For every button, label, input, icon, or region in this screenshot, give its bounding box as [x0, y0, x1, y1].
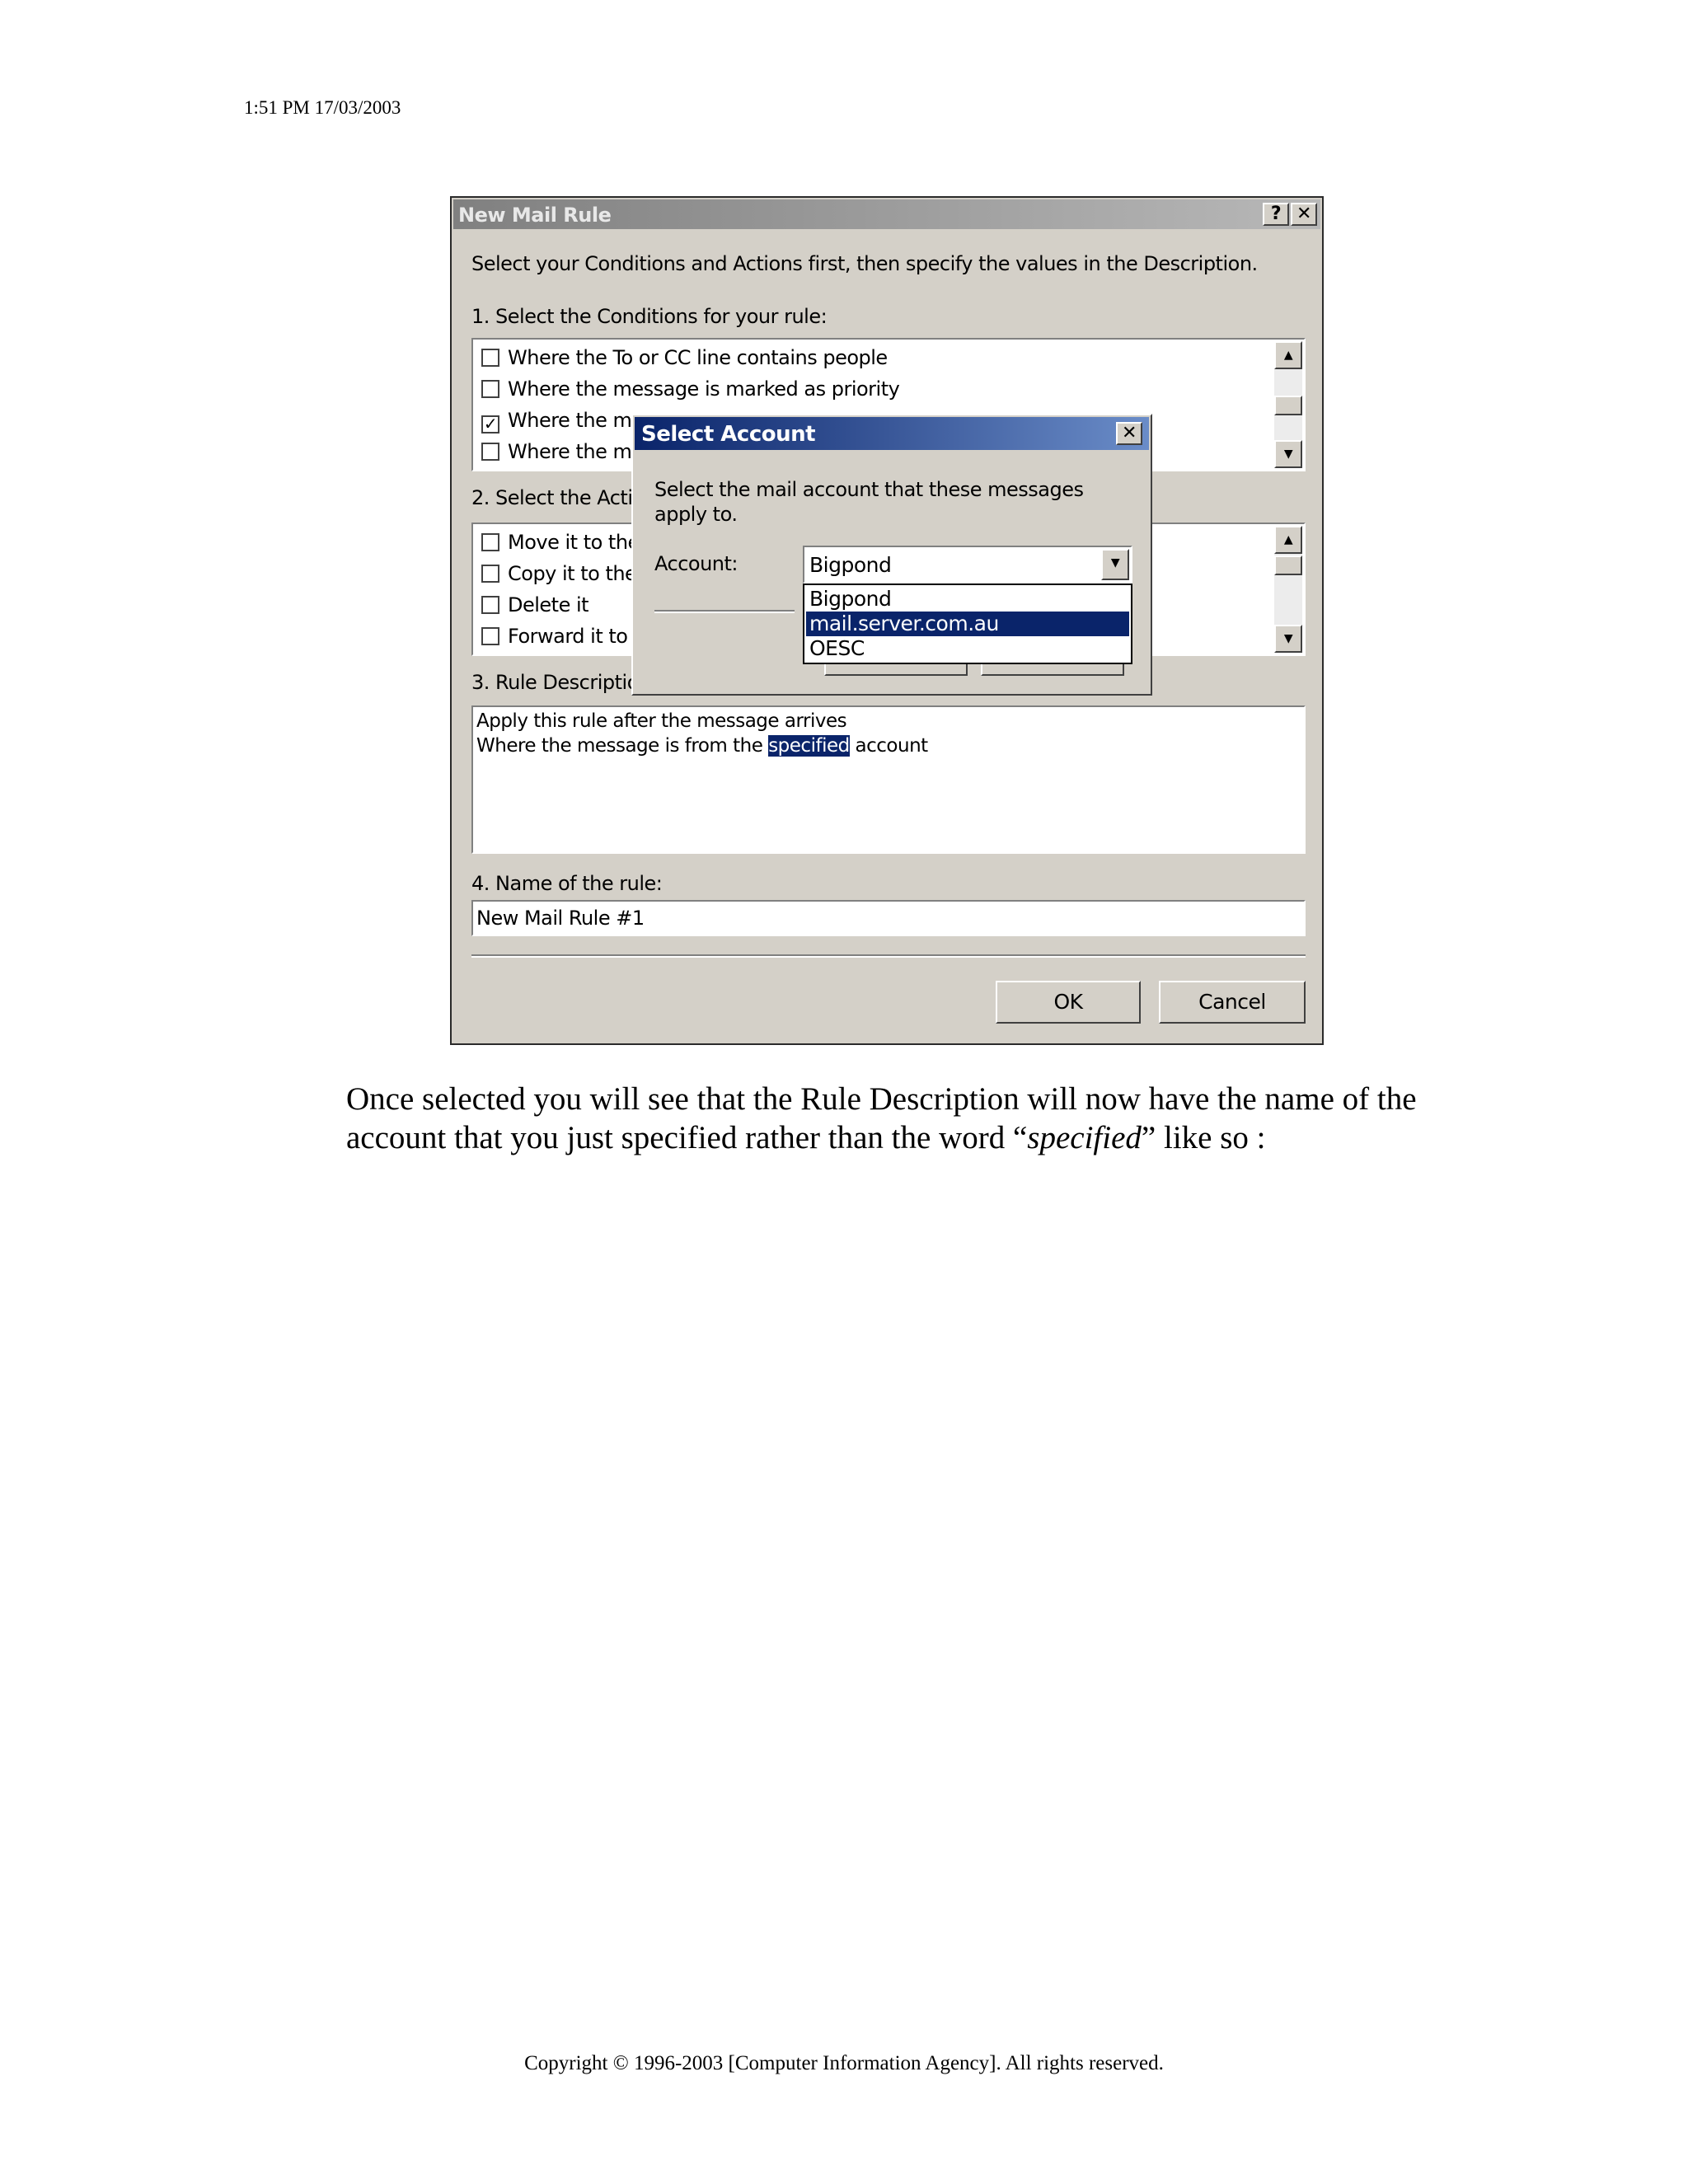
rule-name-value: New Mail Rule #1 — [476, 907, 645, 930]
condition-item[interactable]: Where the To or CC line contains people — [481, 346, 888, 377]
action-checkbox[interactable] — [481, 627, 499, 645]
cancel-button[interactable]: Cancel — [1159, 981, 1306, 1024]
rule-name-label: 4. Name of the rule: — [471, 872, 663, 895]
account-selected-value: Bigpond — [809, 553, 892, 577]
select-account-title: Select Account — [641, 422, 816, 447]
help-button[interactable]: ? — [1263, 203, 1289, 226]
close-button[interactable]: ✕ — [1291, 203, 1317, 226]
action-checkbox[interactable] — [481, 565, 499, 583]
conditions-scrollbar[interactable]: ▲ ▼ — [1274, 341, 1302, 468]
instructions-text: Select your Conditions and Actions first… — [471, 252, 1258, 275]
paragraph: Once selected you will see that the Rule… — [346, 1080, 1434, 1157]
close-icon: ✕ — [1296, 204, 1311, 224]
copyright-footer: Copyright © 1996-2003 [Computer Informat… — [524, 2052, 1164, 2074]
arrow-down-icon: ▼ — [1283, 632, 1293, 645]
account-option[interactable]: Bigpond — [806, 587, 1129, 612]
action-checkbox[interactable] — [481, 533, 499, 551]
instruction-paragraph: Once selected you will see that the Rule… — [346, 1080, 1434, 1157]
condition-label: Where the m — [508, 409, 632, 432]
condition-checkbox[interactable] — [481, 380, 499, 398]
action-label: Copy it to the — [508, 562, 637, 585]
condition-item[interactable]: Where the m — [481, 440, 632, 471]
condition-checkbox[interactable] — [481, 349, 499, 367]
select-account-close-button[interactable]: ✕ — [1116, 422, 1142, 445]
select-account-prompt-line-2: apply to. — [654, 503, 738, 526]
print-timestamp: 1:51 PM 17/03/2003 — [244, 97, 401, 118]
scroll-down-button[interactable]: ▼ — [1274, 440, 1302, 468]
actions-scrollbar[interactable]: ▲ ▼ — [1274, 526, 1302, 653]
action-label: Delete it — [508, 593, 589, 616]
condition-item[interactable]: Where the message is marked as priority — [481, 377, 900, 409]
description-line-1: Apply this rule after the message arrive… — [476, 710, 847, 732]
description-label: 3. Rule Descriptio — [471, 671, 639, 694]
condition-label: Where the To or CC line contains people — [508, 346, 888, 369]
account-dropdown-button[interactable]: ▼ — [1101, 549, 1129, 580]
account-dropdown-list[interactable]: Bigpond mail.server.com.au OESC — [803, 583, 1132, 664]
scroll-up-button[interactable]: ▲ — [1274, 341, 1302, 369]
select-account-titlebar: Select Account ✕ — [635, 417, 1149, 450]
dialog-title: New Mail Rule — [458, 204, 612, 227]
account-combobox[interactable]: Bigpond ▼ — [803, 546, 1132, 583]
action-label: Move it to the — [508, 531, 640, 554]
conditions-label: 1. Select the Conditions for your rule: — [471, 305, 828, 328]
paragraph-emphasis: specified — [1027, 1120, 1142, 1155]
action-checkbox[interactable] — [481, 596, 499, 614]
ok-button[interactable]: OK — [996, 981, 1141, 1024]
account-label: Account: — [654, 552, 738, 575]
scroll-thumb[interactable] — [1274, 555, 1302, 575]
select-account-dialog: Select Account ✕ Select the mail account… — [631, 414, 1152, 696]
condition-label: Where the m — [508, 440, 632, 463]
close-icon: ✕ — [1122, 423, 1137, 443]
arrow-up-icon: ▲ — [1283, 533, 1293, 546]
arrow-up-icon: ▲ — [1283, 349, 1293, 362]
condition-label: Where the message is marked as priority — [508, 377, 900, 401]
select-account-prompt-line-1: Select the mail account that these messa… — [654, 478, 1084, 501]
separator — [471, 954, 1306, 958]
paragraph-text: ” like so : — [1141, 1120, 1266, 1155]
description-text: account — [849, 735, 929, 757]
separator — [654, 610, 795, 613]
description-line-2: Where the message is from the specified … — [476, 735, 928, 757]
specified-link[interactable]: specified — [768, 735, 850, 757]
action-item[interactable]: Move it to the — [481, 531, 640, 562]
chevron-down-icon: ▼ — [1110, 556, 1120, 569]
condition-checkbox[interactable]: ✓ — [481, 415, 499, 434]
condition-checkbox[interactable] — [481, 443, 499, 461]
scroll-down-button[interactable]: ▼ — [1274, 625, 1302, 653]
account-option-highlighted[interactable]: mail.server.com.au — [806, 612, 1129, 636]
action-label: Forward it to — [508, 625, 628, 648]
arrow-down-icon: ▼ — [1283, 448, 1293, 461]
rule-description-box[interactable]: Apply this rule after the message arrive… — [471, 705, 1306, 854]
account-option[interactable]: OESC — [806, 636, 1129, 661]
dialog-titlebar: New Mail Rule ? ✕ — [453, 199, 1320, 229]
action-item[interactable]: Copy it to the — [481, 562, 637, 593]
scroll-up-button[interactable]: ▲ — [1274, 526, 1302, 554]
scroll-thumb[interactable] — [1274, 396, 1302, 415]
description-text: Where the message is from the — [476, 735, 769, 757]
action-item[interactable]: Delete it — [481, 593, 589, 625]
action-item[interactable]: Forward it to — [481, 625, 628, 656]
actions-label: 2. Select the Actic — [471, 486, 644, 509]
condition-item[interactable]: ✓ Where the m — [481, 409, 632, 440]
rule-name-input[interactable]: New Mail Rule #1 — [471, 900, 1306, 936]
